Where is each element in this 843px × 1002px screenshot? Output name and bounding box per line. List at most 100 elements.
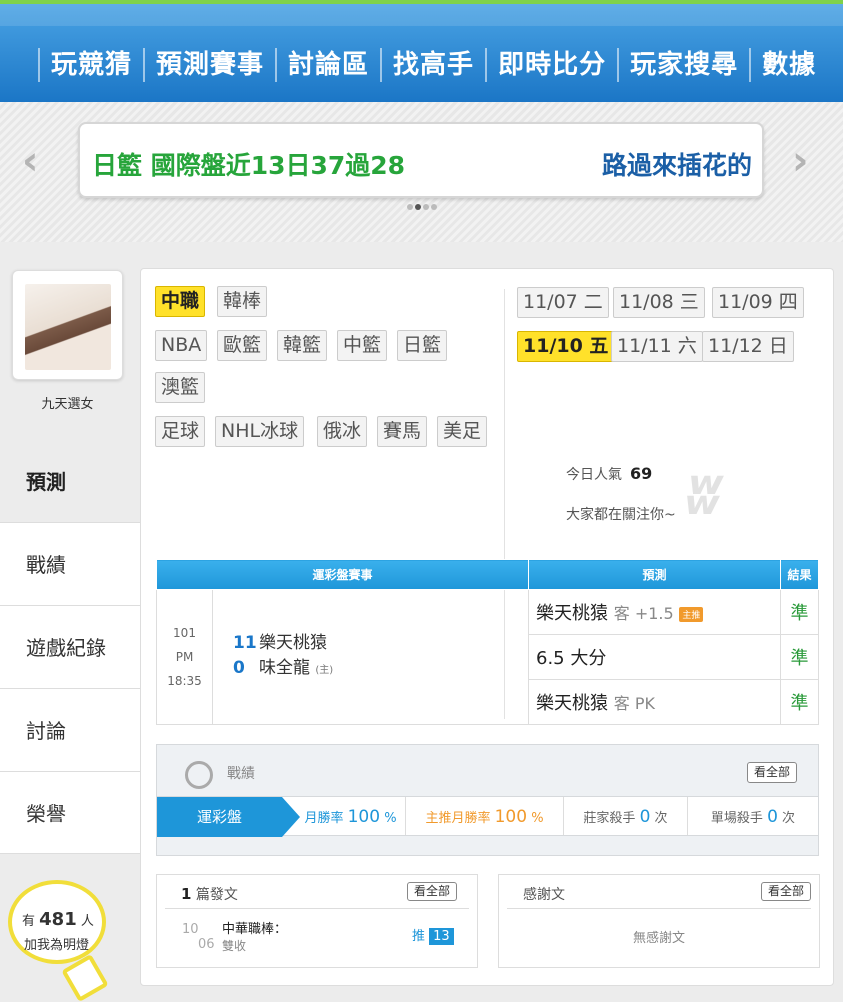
post-subtitle: 雙收	[222, 939, 247, 953]
lamp-label: 加我為明燈	[24, 938, 90, 953]
sport-tab-russia-hockey[interactable]: 俄冰	[317, 416, 368, 447]
post-push: 推 13	[412, 925, 454, 945]
record-stats: 運彩盤 月勝率 100 % 主推月勝率 100 % 莊家殺手 0 次 單場殺手 …	[157, 796, 818, 837]
sidebar-item-label: 預測	[26, 470, 66, 494]
sport-tab-japan-basketball[interactable]: 日籃	[397, 330, 448, 361]
posts-title: 1 篇發文	[181, 885, 238, 903]
decor-illustration-icon: ʬ	[686, 459, 722, 529]
result-cell: 準	[780, 634, 819, 680]
main-monthly-win-rate: 主推月勝率 100 %	[406, 797, 564, 835]
lamp-button[interactable]: 有 481 人 加我為明燈	[8, 880, 106, 964]
sidebar-item-honor[interactable]: 榮譽	[0, 771, 140, 854]
away-team: 樂天桃猿	[259, 633, 327, 653]
nav-item-player-search[interactable]: 玩家搜尋	[617, 48, 749, 82]
sport-tab-kbo[interactable]: 韓棒	[217, 286, 268, 317]
nav-item-data[interactable]: 數據	[749, 48, 827, 82]
table-header: 結果	[780, 559, 819, 590]
table-header: 運彩盤賽事	[156, 559, 529, 590]
main-panel: 中職 韓棒 NBA 歐籃 韓籃 中籃 日籃 澳籃 足球 NHL冰球 俄冰 賽馬 …	[140, 268, 834, 986]
table-row: 101 PM 18:35 11 樂天桃猿 0 味全龍 (主) 樂天桃猿 客 +1.5…	[156, 589, 819, 725]
date-tab[interactable]: 11/12 日	[702, 331, 794, 362]
date-tab[interactable]: 11/08 三	[613, 287, 705, 318]
nav-item-live-score[interactable]: 即時比分	[485, 48, 617, 82]
nav-menu: 玩競猜 預測賽事 討論區 找高手 即時比分 玩家搜尋 數據	[38, 48, 827, 82]
sport-tab-soccer[interactable]: 足球	[155, 416, 206, 447]
banner-next-icon[interactable]: ›	[792, 138, 808, 184]
thanks-title: 感謝文	[523, 887, 565, 903]
nav-item-predict[interactable]: 預測賽事	[143, 48, 275, 82]
banner-dot[interactable]	[431, 204, 437, 210]
lamp-count-line: 有 481 人	[22, 909, 94, 930]
game-info: 101 PM 18:35	[156, 589, 213, 725]
sidebar-item-label: 遊戲紀錄	[26, 636, 106, 660]
banner-right-text: 路過來插花的	[601, 151, 752, 180]
prediction-cell: 樂天桃猿 客 +1.5 主推	[528, 589, 781, 635]
sport-tab-horse-racing[interactable]: 賽馬	[377, 416, 428, 447]
sport-tab-nba[interactable]: NBA	[155, 330, 208, 361]
sidebar-item-label: 榮譽	[26, 802, 66, 826]
popularity-note: 大家都在關注你~	[566, 507, 676, 523]
banker-killer: 莊家殺手 0 次	[564, 797, 688, 835]
posts-view-all-button[interactable]: 看全部	[406, 882, 457, 901]
sidebar-item-game-log[interactable]: 遊戲紀錄	[0, 605, 140, 688]
date-tab[interactable]: 11/09 四	[712, 287, 804, 318]
sidebar-item-record[interactable]: 戰績	[0, 522, 140, 605]
push-count-badge: 13	[429, 928, 454, 945]
sidebar-item-label: 戰績	[26, 553, 66, 577]
monthly-win-rate: 月勝率 100 %	[282, 797, 406, 835]
sport-tab-euro-basketball[interactable]: 歐籃	[217, 330, 268, 361]
thanks-view-all-button[interactable]: 看全部	[760, 882, 811, 901]
date-tab-selected[interactable]: 11/10 五	[517, 331, 615, 362]
game-time: PM 18:35	[167, 650, 202, 688]
sport-tab-aus-basketball[interactable]: 澳籃	[155, 372, 206, 403]
thanks-panel: 感謝文 看全部 無感謝文	[498, 874, 820, 968]
nav-item-experts[interactable]: 找高手	[380, 48, 485, 82]
banner-dot[interactable]	[423, 204, 429, 210]
sport-tab-korea-basketball[interactable]: 韓籃	[277, 330, 328, 361]
sport-tab-cpbl[interactable]: 中職	[155, 286, 206, 317]
table-header: 預測	[528, 559, 781, 590]
banner-prev-icon[interactable]: ‹	[22, 138, 38, 184]
result-cell: 準	[780, 679, 819, 725]
prediction-cell: 樂天桃猿 客 PK	[528, 679, 781, 725]
thanks-empty-text: 無感謝文	[632, 931, 685, 946]
prediction-cell: 6.5 大分	[528, 634, 781, 680]
away-score: 11	[233, 633, 257, 653]
banner-slide[interactable]: 日籃 國際盤近13日37過28 路過來插花的	[78, 122, 764, 198]
banner-left-text: 日籃 國際盤近13日37過28	[92, 151, 406, 180]
sidebar-item-predict[interactable]: 預測	[0, 440, 140, 522]
sidebar-item-discussion[interactable]: 討論	[0, 688, 140, 771]
post-title-link[interactable]: 中華職棒：	[222, 918, 287, 937]
popularity: 今日人氣 69	[566, 464, 653, 483]
banner-dot-active[interactable]	[415, 204, 421, 210]
record-panel: 戰績 看全部 運彩盤 月勝率 100 % 主推月勝率 100 % 莊家殺手 0 …	[156, 744, 819, 856]
main-pick-badge: 主推	[679, 606, 704, 622]
date-tab[interactable]: 11/07 二	[517, 287, 609, 318]
user-name: 九天選女	[41, 397, 94, 412]
home-mark: (主)	[315, 665, 334, 676]
post-date: 10 06	[182, 922, 215, 952]
avatar[interactable]	[12, 270, 123, 380]
game-teams: 11 樂天桃猿 0 味全龍 (主)	[212, 589, 529, 725]
result-cell: 準	[780, 589, 819, 635]
record-view-all-button[interactable]: 看全部	[746, 762, 797, 783]
target-icon	[185, 761, 213, 789]
sport-tab-nfl[interactable]: 美足	[437, 416, 488, 447]
record-title: 戰績	[227, 766, 255, 782]
sport-tab-china-basketball[interactable]: 中籃	[337, 330, 388, 361]
banner-dot[interactable]	[407, 204, 413, 210]
prediction-table: 運彩盤賽事 預測 結果 101 PM 18:35 11 樂天桃猿 0 味全龍 (主)…	[156, 559, 819, 725]
avatar-photo	[25, 284, 111, 370]
nav-item-forum[interactable]: 討論區	[275, 48, 380, 82]
record-tab-lottery[interactable]: 運彩盤	[157, 797, 300, 837]
banner-pagination	[407, 204, 437, 210]
single-killer: 單場殺手 0 次	[710, 807, 796, 827]
posts-panel: 1 篇發文 看全部 10 06 中華職棒： 雙收 推 13	[156, 874, 478, 968]
home-team: 味全龍	[259, 658, 310, 678]
sport-tab-nhl[interactable]: NHL冰球	[215, 416, 305, 447]
nav-item-guess[interactable]: 玩競猜	[38, 48, 143, 82]
game-number: 101	[173, 626, 196, 640]
date-tab[interactable]: 11/11 六	[611, 331, 703, 362]
sidebar-item-label: 討論	[26, 719, 66, 743]
main-nav: 玩競猜 預測賽事 討論區 找高手 即時比分 玩家搜尋 數據	[0, 4, 843, 102]
